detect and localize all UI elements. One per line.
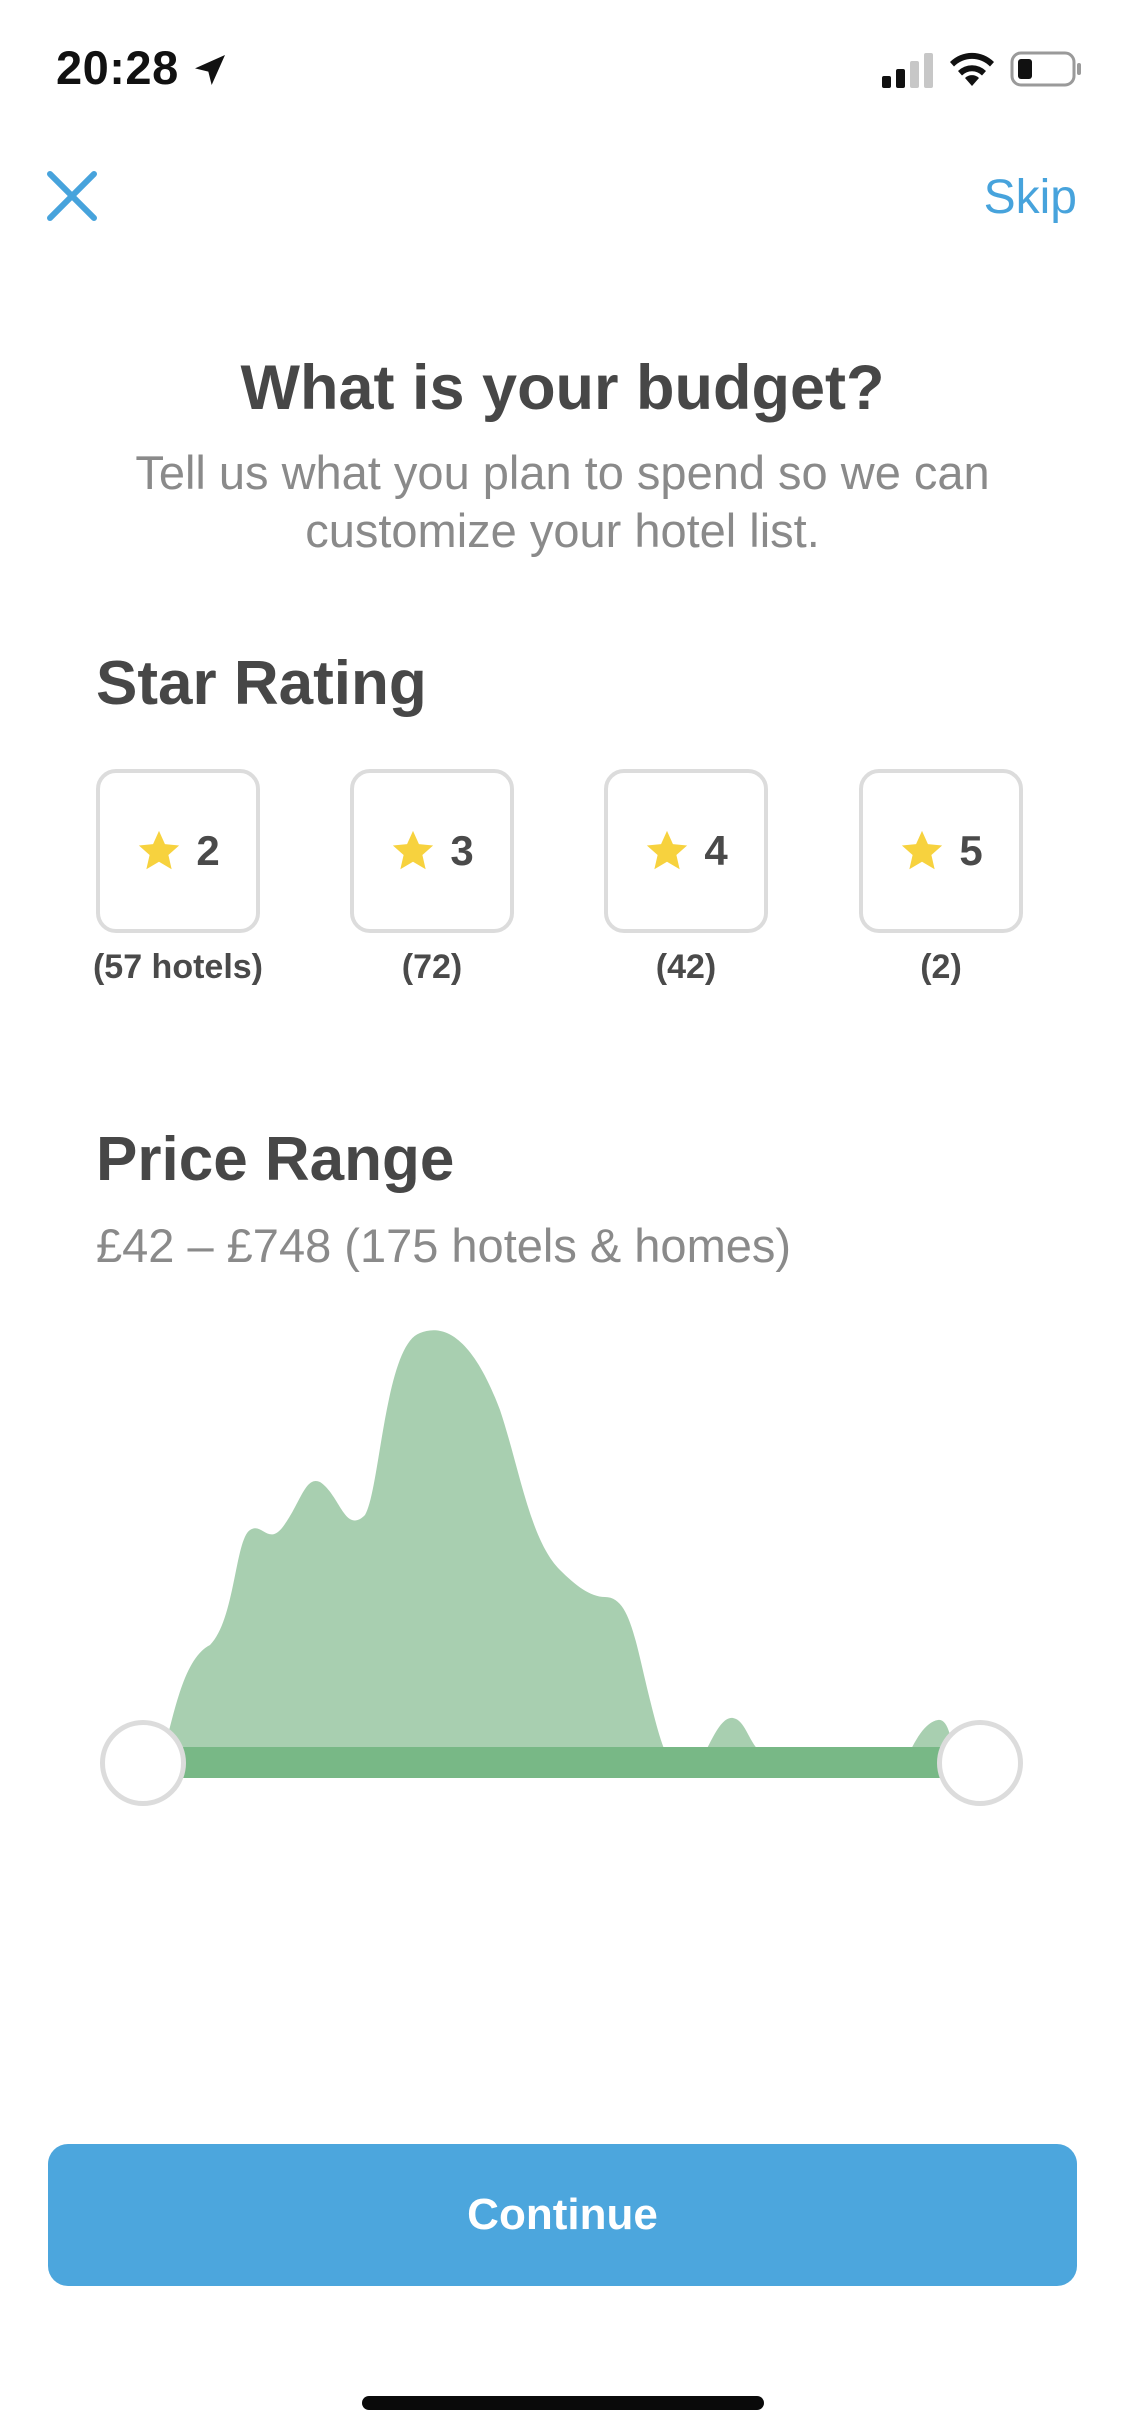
cellular-signal-icon: [882, 53, 933, 88]
star-option-count: (72): [401, 948, 463, 986]
home-indicator: [362, 2396, 764, 2410]
star-icon: [902, 830, 943, 870]
battery-icon: [1010, 51, 1081, 87]
star-option-2[interactable]: 2: [96, 769, 260, 933]
star-option-count: (42): [655, 948, 717, 986]
star-rating-title: Star Rating: [96, 649, 427, 718]
wifi-icon: [950, 52, 994, 86]
star-option-count: (2): [920, 948, 962, 986]
star-option-count: (57 hotels): [92, 948, 264, 986]
star-option-4[interactable]: 4: [604, 769, 768, 933]
star-option-5[interactable]: 5: [859, 769, 1023, 933]
star-icon: [647, 830, 688, 870]
star-icon: [393, 830, 434, 870]
price-min-handle[interactable]: [100, 1720, 186, 1806]
star-value: 4: [704, 827, 728, 874]
skip-button[interactable]: Skip: [984, 170, 1077, 225]
subtitle-line-2: customize your hotel list.: [305, 504, 820, 557]
star-value: 3: [450, 827, 474, 874]
status-time: 20:28: [56, 41, 179, 94]
star-value: 2: [196, 827, 220, 874]
continue-button[interactable]: Continue: [48, 2144, 1077, 2286]
price-slider-track: [140, 1747, 970, 1778]
price-max-handle[interactable]: [937, 1720, 1023, 1806]
star-option-3[interactable]: 3: [350, 769, 514, 933]
star-icon: [139, 830, 180, 870]
price-range-summary: £42 – £748 (175 hotels & homes): [96, 1219, 792, 1272]
page-title: What is your budget?: [240, 353, 885, 423]
price-distribution-area: [160, 1330, 955, 1762]
star-value: 5: [959, 827, 983, 874]
close-button[interactable]: [44, 168, 100, 224]
page-subtitle: Tell us what you plan to spend so we can…: [80, 444, 1045, 560]
subtitle-line-1: Tell us what you plan to spend so we can: [135, 446, 990, 499]
location-arrow-icon: [195, 55, 225, 85]
price-range-title: Price Range: [96, 1125, 455, 1194]
close-icon: [47, 171, 97, 221]
